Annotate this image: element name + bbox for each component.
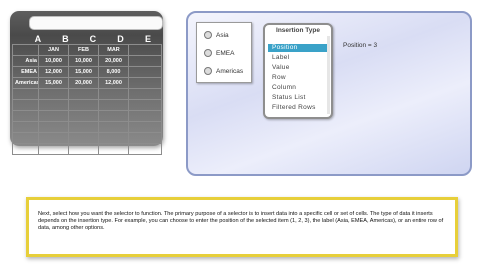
spreadsheet-cell[interactable] [98, 110, 129, 122]
insertion-type-item-row[interactable]: Row [268, 74, 330, 82]
spreadsheet-cell[interactable] [38, 132, 69, 144]
spreadsheet-cell[interactable] [12, 88, 39, 100]
spreadsheet-cell[interactable] [98, 88, 129, 100]
radio-option[interactable]: Americas [204, 67, 243, 75]
spreadsheet-cell[interactable] [98, 99, 129, 111]
spreadsheet-cell[interactable] [128, 121, 162, 133]
table-row: EMEA 12,000 15,000 8,000 [12, 66, 162, 78]
spreadsheet-cell[interactable] [128, 66, 162, 78]
radio-label: Americas [216, 67, 244, 75]
empty-row [12, 99, 162, 111]
spreadsheet-cell[interactable] [128, 88, 162, 100]
table-row: Asia 10,000 10,000 20,000 [12, 55, 162, 67]
spreadsheet-cell[interactable] [12, 143, 39, 155]
spreadsheet-cell[interactable] [38, 99, 69, 111]
radio-label: Asia [216, 31, 229, 39]
spreadsheet-cell[interactable] [98, 143, 129, 155]
insertion-type-item-label[interactable]: Label [268, 54, 330, 62]
empty-row [12, 110, 162, 122]
spreadsheet-cell[interactable]: 20,000 [68, 77, 99, 89]
spreadsheet-cell[interactable] [12, 132, 39, 144]
spreadsheet-cell[interactable] [128, 110, 162, 122]
insertion-type-list: Insertion Type Position Label Value Row … [263, 23, 333, 119]
spreadsheet-cell[interactable] [38, 88, 69, 100]
empty-row [12, 132, 162, 144]
spreadsheet-cell[interactable] [128, 55, 162, 67]
spreadsheet-panel: A B C D E JAN FEB MAR Asia 10,000 10,000 20,00… [10, 11, 163, 155]
spreadsheet-cell[interactable] [98, 132, 129, 144]
spreadsheet-cell[interactable] [68, 88, 99, 100]
instruction-box: Next, select how you want the selector t… [26, 197, 458, 257]
insertion-type-item-status-list[interactable]: Status List [268, 94, 330, 102]
spreadsheet-title-bar [29, 16, 163, 30]
spreadsheet-cell[interactable] [128, 143, 162, 155]
spreadsheet-cell[interactable] [68, 132, 99, 144]
spreadsheet-cell[interactable] [128, 99, 162, 111]
row-label-cell[interactable]: Americas [12, 77, 39, 89]
spreadsheet-cell[interactable]: 10,000 [68, 55, 99, 67]
spreadsheet-cell[interactable] [68, 99, 99, 111]
column-header[interactable]: A [24, 35, 52, 44]
spreadsheet-cell[interactable]: 15,000 [38, 77, 69, 89]
table-row: Americas 15,000 20,000 12,000 [12, 77, 162, 89]
selector-preview-panel: Asia EMEA Americas Insertion Type Positi… [186, 11, 472, 176]
insertion-type-item-value[interactable]: Value [268, 64, 330, 72]
spreadsheet-cell[interactable] [128, 77, 162, 89]
spreadsheet-cell[interactable]: 15,000 [68, 66, 99, 78]
spreadsheet-cell[interactable] [98, 121, 129, 133]
radio-button-selector: Asia EMEA Americas [196, 22, 252, 83]
instruction-text: Next, select how you want the selector t… [38, 211, 444, 231]
insertion-type-item-filtered-rows[interactable]: Filtered Rows [268, 104, 330, 112]
column-header[interactable]: D [107, 35, 135, 44]
radio-button-icon[interactable] [204, 67, 212, 75]
radio-option[interactable]: Asia [204, 31, 229, 39]
position-readout: Position = 3 [343, 42, 378, 49]
radio-label: EMEA [216, 49, 235, 57]
spreadsheet-cell[interactable]: FEB [68, 44, 99, 56]
spreadsheet-cell[interactable]: 12,000 [98, 77, 129, 89]
column-header-row: A B C D E [12, 35, 162, 44]
spreadsheet-cell[interactable] [38, 121, 69, 133]
spreadsheet-cell[interactable]: MAR [98, 44, 129, 56]
spreadsheet-cell[interactable]: 8,000 [98, 66, 129, 78]
header-row: JAN FEB MAR [12, 44, 162, 56]
insertion-type-item-column[interactable]: Column [268, 84, 330, 92]
spreadsheet-grid: JAN FEB MAR Asia 10,000 10,000 20,000 EMEA 12,00… [12, 44, 162, 155]
spreadsheet-cell[interactable]: 10,000 [38, 55, 69, 67]
list-scrollbar[interactable] [327, 36, 330, 114]
spreadsheet-cell[interactable] [12, 121, 39, 133]
spreadsheet-cell[interactable]: JAN [38, 44, 69, 56]
spreadsheet-cell[interactable] [68, 110, 99, 122]
spreadsheet-cell[interactable] [128, 132, 162, 144]
radio-button-icon[interactable] [204, 49, 212, 57]
radio-option[interactable]: EMEA [204, 49, 234, 57]
spreadsheet-cell[interactable]: 12,000 [38, 66, 69, 78]
spreadsheet-cell[interactable] [12, 44, 39, 56]
insertion-type-item-position[interactable]: Position [268, 44, 330, 52]
spreadsheet-cell[interactable] [12, 99, 39, 111]
row-label-cell[interactable]: Asia [12, 55, 39, 67]
spreadsheet-cell[interactable]: 20,000 [98, 55, 129, 67]
spreadsheet-cell[interactable] [38, 110, 69, 122]
spreadsheet-cell[interactable] [12, 110, 39, 122]
spreadsheet-cell[interactable] [68, 121, 99, 133]
empty-row [12, 143, 162, 155]
empty-row [12, 121, 162, 133]
radio-button-icon[interactable] [204, 31, 212, 39]
row-label-cell[interactable]: EMEA [12, 66, 39, 78]
column-header[interactable]: B [52, 35, 80, 44]
spreadsheet-cell[interactable] [38, 143, 69, 155]
spreadsheet-cell[interactable] [128, 44, 162, 56]
empty-row [12, 88, 162, 100]
column-header[interactable]: C [79, 35, 107, 44]
column-header[interactable]: E [134, 35, 162, 44]
spreadsheet-cell[interactable] [68, 143, 99, 155]
insertion-type-title: Insertion Type [276, 27, 320, 34]
